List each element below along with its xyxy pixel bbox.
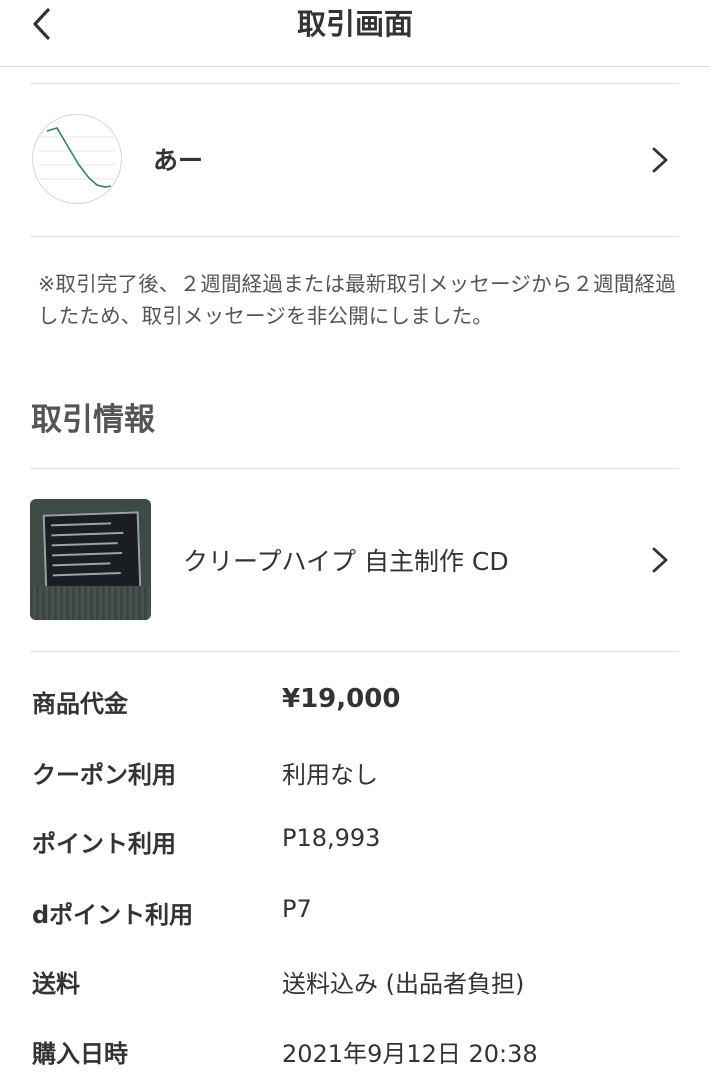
info-label: 送料 [32, 970, 80, 998]
info-value: P7 [282, 895, 312, 923]
line-chart-avatar [39, 127, 115, 188]
item-row[interactable]: クリープハイプ 自主制作 CD [30, 469, 679, 651]
info-row-shipping: 送料 送料込み (出品者負担) [30, 964, 679, 1004]
info-row-points: ポイント利用 P18,993 [30, 824, 679, 864]
info-label: クーポン利用 [32, 761, 176, 789]
seller-profile-row[interactable]: あー [30, 84, 679, 236]
info-value: 送料込み (出品者負担) [282, 970, 525, 998]
item-name: クリープハイプ 自主制作 CD [183, 547, 509, 576]
info-value-price: ¥19,000 [282, 684, 401, 714]
seller-name: あー [153, 146, 204, 175]
info-label: 商品代金 [32, 690, 128, 718]
section-title-trade-info: 取引情報 [31, 402, 155, 438]
info-value: P18,993 [282, 824, 381, 852]
chevron-right-icon [652, 147, 668, 173]
cd-case-photo [42, 511, 142, 593]
info-label: ポイント利用 [32, 830, 176, 858]
seller-avatar[interactable] [32, 114, 122, 204]
info-label: dポイント利用 [32, 901, 194, 929]
info-row-price: 商品代金 ¥19,000 [30, 684, 679, 724]
info-row-coupon: クーポン利用 利用なし [30, 755, 679, 795]
item-thumbnail[interactable] [30, 499, 151, 620]
info-label: 購入日時 [32, 1040, 128, 1068]
chevron-right-icon [652, 547, 668, 573]
app-header: 取引画面 [0, 0, 710, 67]
divider [30, 236, 679, 237]
info-row-dpoints: dポイント利用 P7 [30, 895, 679, 935]
message-hidden-notice: ※取引完了後、２週間経過または最新取引メッセージから２週間経過したため、取引メッ… [38, 272, 676, 328]
info-value: 利用なし [282, 761, 378, 789]
page-title: 取引画面 [296, 7, 413, 41]
info-row-purchase-date: 購入日時 2021年9月12日 20:38 [30, 1034, 679, 1074]
divider [30, 651, 679, 652]
thumbnail-floor [30, 586, 151, 620]
info-value: 2021年9月12日 20:38 [282, 1040, 538, 1068]
